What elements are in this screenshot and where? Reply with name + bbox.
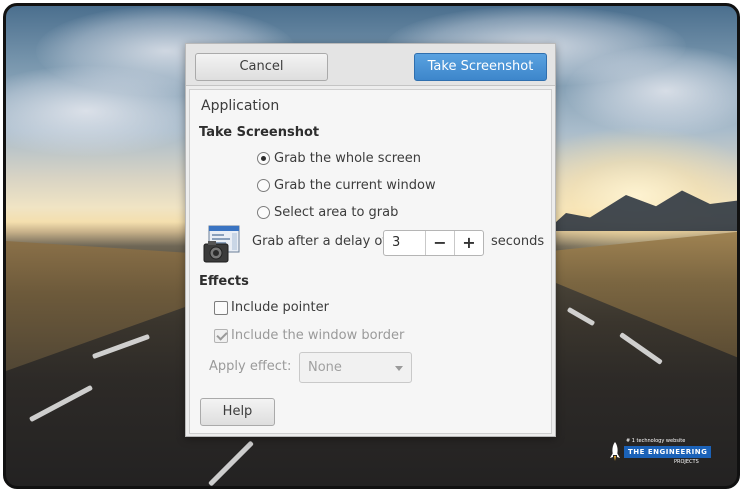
dialog-body: Application Take Screenshot Grab the who… — [189, 89, 552, 434]
road-marking — [208, 440, 254, 486]
chevron-down-icon — [395, 366, 403, 371]
delay-increment-button[interactable]: + — [454, 231, 483, 255]
road-marking — [28, 384, 94, 423]
delay-value[interactable]: 3 — [392, 235, 400, 250]
screenshot-dialog: Cancel Take Screenshot Application Take … — [185, 43, 556, 437]
wallpaper-field-right — [556, 231, 737, 361]
take-screenshot-button[interactable]: Take Screenshot — [414, 53, 547, 81]
grab-whole-screen-radio[interactable] — [257, 152, 270, 165]
apply-effect-label: Apply effect: — [209, 359, 292, 374]
include-pointer-checkbox[interactable] — [214, 301, 228, 315]
cancel-button[interactable]: Cancel — [195, 53, 328, 81]
road-marking — [566, 306, 596, 327]
select-area-label[interactable]: Select area to grab — [274, 205, 398, 220]
delay-spinbutton[interactable]: 3 − + — [383, 230, 484, 256]
grab-whole-screen-label[interactable]: Grab the whole screen — [274, 151, 421, 166]
watermark-logo: # 1 technology website THE ENGINEERING P… — [608, 438, 712, 468]
grab-current-window-label[interactable]: Grab the current window — [274, 178, 436, 193]
apply-effect-value: None — [308, 360, 342, 375]
road-marking — [619, 332, 663, 365]
take-screenshot-title: Take Screenshot — [199, 125, 320, 140]
include-border-label[interactable]: Include the window border — [231, 328, 404, 343]
include-border-checkbox[interactable] — [214, 329, 228, 343]
help-button[interactable]: Help — [200, 398, 275, 426]
watermark-brand: THE ENGINEERING — [624, 446, 712, 458]
effects-title: Effects — [199, 274, 249, 289]
grab-current-window-radio[interactable] — [257, 179, 270, 192]
delay-label: Grab after a delay of — [252, 234, 387, 249]
apply-effect-select[interactable]: None — [299, 352, 412, 383]
dialog-header: Cancel Take Screenshot — [186, 44, 555, 86]
include-pointer-label[interactable]: Include pointer — [231, 300, 329, 315]
delay-unit-label: seconds — [491, 234, 545, 249]
screenshot-app-icon — [203, 225, 240, 263]
delay-decrement-button[interactable]: − — [425, 231, 454, 255]
wallpaper-cloud — [566, 46, 737, 136]
rocket-icon — [610, 442, 620, 461]
select-area-radio[interactable] — [257, 206, 270, 219]
watermark-tagline: # 1 technology website — [626, 438, 686, 444]
road-marking — [91, 333, 151, 360]
application-label: Application — [201, 98, 280, 114]
watermark-sub: PROJECTS — [674, 459, 699, 465]
